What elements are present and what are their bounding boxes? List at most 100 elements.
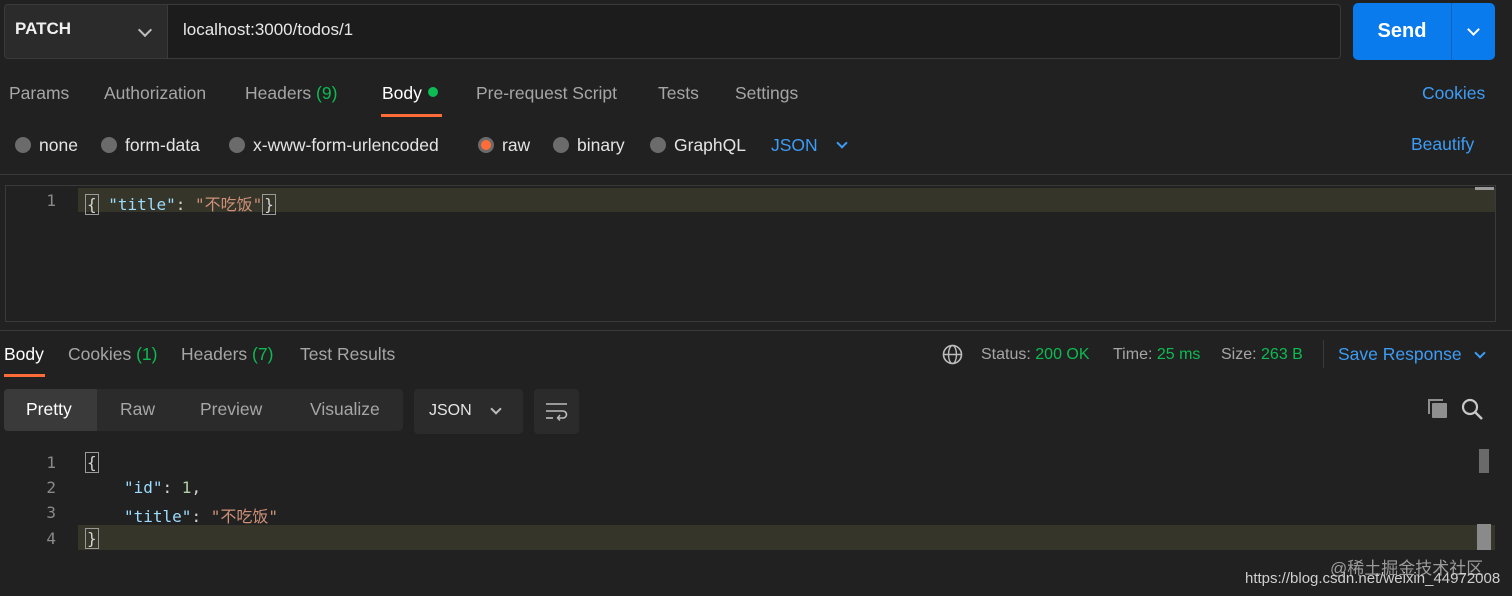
current-line-highlight bbox=[78, 188, 1495, 212]
globe-icon[interactable] bbox=[942, 344, 963, 365]
tab-body-label: Body bbox=[382, 83, 422, 103]
size-value: 263 B bbox=[1261, 346, 1303, 363]
search-icon[interactable] bbox=[1461, 398, 1484, 421]
radio-none-label: none bbox=[39, 134, 78, 155]
tab-prerequest-script[interactable]: Pre-request Script bbox=[476, 83, 617, 104]
radio-icon bbox=[553, 137, 569, 153]
status-group: Status: 200 OK bbox=[981, 346, 1090, 364]
radio-icon bbox=[101, 137, 117, 153]
radio-selected-icon bbox=[478, 137, 494, 153]
time-value: 25 ms bbox=[1156, 346, 1201, 363]
line-number: 1 bbox=[46, 191, 56, 210]
response-format-label: JSON bbox=[429, 402, 472, 419]
response-tab-cookies[interactable]: Cookies (1) bbox=[68, 344, 158, 365]
view-pretty-label: Pretty bbox=[26, 399, 72, 419]
tab-tests[interactable]: Tests bbox=[658, 83, 699, 104]
json-comma: , bbox=[191, 478, 202, 497]
brace-open: { bbox=[85, 194, 99, 215]
json-key: "id" bbox=[124, 478, 163, 497]
line-number: 4 bbox=[46, 529, 56, 548]
send-options-button[interactable] bbox=[1451, 3, 1495, 60]
brace-close: } bbox=[262, 194, 276, 215]
cookies-link[interactable]: Cookies bbox=[1422, 83, 1485, 104]
radio-urlencoded-label: x-www-form-urlencoded bbox=[253, 134, 439, 155]
radio-binary[interactable]: binary bbox=[553, 134, 625, 156]
json-colon: : bbox=[162, 478, 182, 497]
radio-binary-label: binary bbox=[577, 134, 625, 155]
radio-icon bbox=[15, 137, 31, 153]
tab-params[interactable]: Params bbox=[9, 83, 69, 104]
response-tab-headers[interactable]: Headers (7) bbox=[181, 344, 273, 365]
send-button[interactable]: Send bbox=[1353, 3, 1451, 60]
response-tab-cookies-label: Cookies bbox=[68, 344, 132, 364]
json-key: "title" bbox=[108, 195, 176, 214]
json-value: 1 bbox=[181, 478, 192, 497]
tab-settings[interactable]: Settings bbox=[735, 83, 798, 104]
scrollbar-marker[interactable] bbox=[1479, 449, 1489, 473]
code-line: "title": "不吃饭" bbox=[124, 503, 278, 527]
chevron-down-icon bbox=[1474, 347, 1486, 359]
headers-count: (9) bbox=[316, 83, 338, 103]
line-number: 1 bbox=[46, 453, 56, 472]
radio-urlencoded[interactable]: x-www-form-urlencoded bbox=[229, 134, 439, 156]
modified-dot-icon bbox=[427, 87, 438, 97]
response-tab-headers-label: Headers bbox=[181, 344, 248, 364]
current-line-highlight bbox=[78, 525, 1495, 550]
code-line: { "title": "不吃饭"} bbox=[85, 191, 276, 215]
response-headers-count: (7) bbox=[252, 344, 274, 364]
divider bbox=[0, 174, 1512, 175]
radio-graphql[interactable]: GraphQL bbox=[650, 134, 746, 156]
json-key: "title" bbox=[124, 507, 192, 526]
size-group: Size: 263 B bbox=[1221, 346, 1303, 364]
view-visualize-button[interactable]: Visualize bbox=[310, 399, 380, 420]
tab-headers[interactable]: Headers (9) bbox=[245, 83, 337, 104]
code-line: } bbox=[85, 528, 99, 549]
beautify-link[interactable]: Beautify bbox=[1411, 134, 1474, 155]
divider bbox=[0, 330, 1512, 331]
tab-headers-label: Headers bbox=[245, 83, 312, 103]
brace-close: } bbox=[85, 528, 99, 549]
cookies-count: (1) bbox=[136, 344, 158, 364]
json-colon: : bbox=[191, 507, 211, 526]
method-label: PATCH bbox=[15, 19, 72, 38]
line-number: 2 bbox=[46, 478, 56, 497]
radio-form-data-label: form-data bbox=[125, 134, 200, 155]
json-value: "不吃饭" bbox=[194, 195, 263, 214]
radio-none[interactable]: none bbox=[15, 134, 78, 156]
save-response-button[interactable]: Save Response bbox=[1338, 344, 1462, 365]
wrap-lines-button[interactable] bbox=[534, 389, 579, 434]
divider bbox=[1323, 340, 1324, 368]
body-format-label: JSON bbox=[771, 134, 818, 155]
view-raw-button[interactable]: Raw bbox=[120, 399, 155, 420]
line-number: 3 bbox=[46, 503, 56, 522]
radio-raw[interactable]: raw bbox=[478, 134, 530, 156]
wrap-lines-icon bbox=[546, 403, 568, 421]
tab-authorization[interactable]: Authorization bbox=[104, 83, 206, 104]
radio-icon bbox=[650, 137, 666, 153]
status-value: 200 OK bbox=[1035, 346, 1090, 363]
response-tab-test-results[interactable]: Test Results bbox=[300, 344, 395, 365]
active-tab-indicator bbox=[4, 374, 45, 377]
watermark-url: https://blog.csdn.net/weixin_44972008 bbox=[1245, 570, 1501, 587]
active-tab-indicator bbox=[381, 114, 442, 117]
radio-icon bbox=[229, 137, 245, 153]
response-tab-body[interactable]: Body bbox=[4, 344, 44, 365]
radio-form-data[interactable]: form-data bbox=[101, 134, 200, 156]
chevron-down-icon bbox=[1467, 23, 1480, 36]
body-format-select[interactable]: JSON bbox=[771, 134, 818, 156]
size-label: Size: bbox=[1221, 346, 1257, 363]
chevron-down-icon bbox=[836, 137, 848, 149]
tab-body[interactable]: Body bbox=[382, 83, 438, 104]
time-label: Time: bbox=[1113, 346, 1153, 363]
scrollbar-thumb[interactable] bbox=[1477, 524, 1491, 550]
copy-icon[interactable] bbox=[1427, 398, 1449, 420]
view-preview-button[interactable]: Preview bbox=[200, 399, 262, 420]
radio-raw-label: raw bbox=[502, 134, 531, 155]
brace-open: { bbox=[85, 452, 99, 473]
time-group: Time: 25 ms bbox=[1113, 346, 1200, 364]
status-label: Status: bbox=[981, 346, 1031, 363]
code-line: { bbox=[85, 452, 99, 473]
radio-graphql-label: GraphQL bbox=[674, 134, 746, 155]
scrollbar[interactable] bbox=[1475, 187, 1494, 190]
json-value: "不吃饭" bbox=[210, 507, 278, 526]
